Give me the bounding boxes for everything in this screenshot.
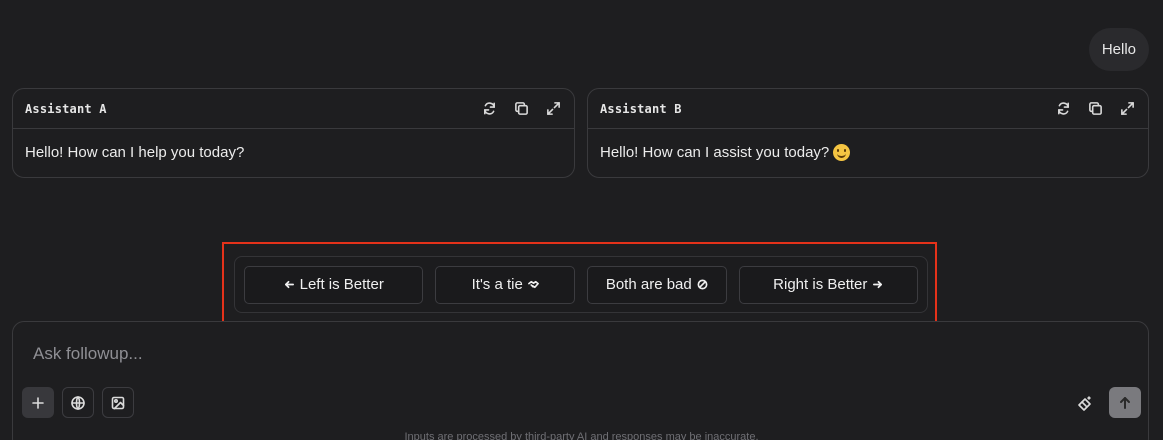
both-are-bad-button[interactable]: Both are bad — [587, 265, 727, 304]
assistant-b-panel: Assistant B Hello! How can I assist you … — [587, 88, 1149, 178]
arrow-left-icon — [284, 280, 294, 289]
copy-icon[interactable] — [512, 100, 530, 118]
right-is-better-label: Right is Better — [773, 276, 868, 293]
right-is-better-button[interactable]: Right is Better — [738, 265, 918, 304]
left-is-better-button[interactable]: Left is Better — [244, 265, 424, 304]
disclaimer-text: Inputs are processed by third-party AI a… — [404, 431, 759, 440]
assistant-a-header: Assistant A — [13, 89, 574, 129]
left-is-better-label: Left is Better — [299, 276, 384, 293]
assistant-b-title: Assistant B — [600, 101, 682, 116]
prohibited-icon — [697, 279, 708, 290]
assistant-b-tools — [1054, 100, 1136, 118]
send-icon[interactable] — [1109, 387, 1141, 418]
tie-label: It's a tie — [471, 276, 523, 293]
assistant-a-tools — [480, 100, 562, 118]
smiling-face-emoji-icon — [833, 144, 851, 161]
assistant-a-title: Assistant A — [25, 101, 107, 116]
followup-input[interactable] — [33, 344, 933, 364]
refresh-icon[interactable] — [1054, 100, 1072, 118]
globe-icon[interactable] — [62, 387, 94, 418]
magic-icon[interactable] — [1069, 387, 1101, 418]
assistant-a-panel: Assistant A Hello! How can I help you to… — [12, 88, 575, 178]
user-message-text: Hello — [1101, 41, 1136, 58]
user-message-bubble: Hello — [1088, 28, 1149, 71]
chat-page: Hello Assistant A Hello! How can I help … — [0, 0, 1163, 440]
expand-icon[interactable] — [544, 100, 562, 118]
vote-bar: Left is Better It's a tie Both are bad R… — [234, 256, 928, 313]
assistant-b-response: Hello! How can I assist you today? — [588, 129, 1148, 176]
plus-icon[interactable] — [22, 387, 54, 418]
refresh-icon[interactable] — [480, 100, 498, 118]
assistant-a-response-text: Hello! How can I help you today? — [25, 144, 245, 161]
handshake-icon — [527, 280, 539, 289]
expand-icon[interactable] — [1118, 100, 1136, 118]
both-are-bad-label: Both are bad — [605, 276, 692, 293]
tie-button[interactable]: It's a tie — [435, 265, 575, 304]
arrow-right-icon — [873, 280, 883, 289]
assistant-a-response: Hello! How can I help you today? — [13, 129, 574, 176]
followup-composer — [12, 321, 1149, 440]
copy-icon[interactable] — [1086, 100, 1104, 118]
assistant-b-response-text: Hello! How can I assist you today? — [600, 144, 830, 161]
assistant-b-header: Assistant B — [588, 89, 1148, 129]
image-icon[interactable] — [102, 387, 134, 418]
